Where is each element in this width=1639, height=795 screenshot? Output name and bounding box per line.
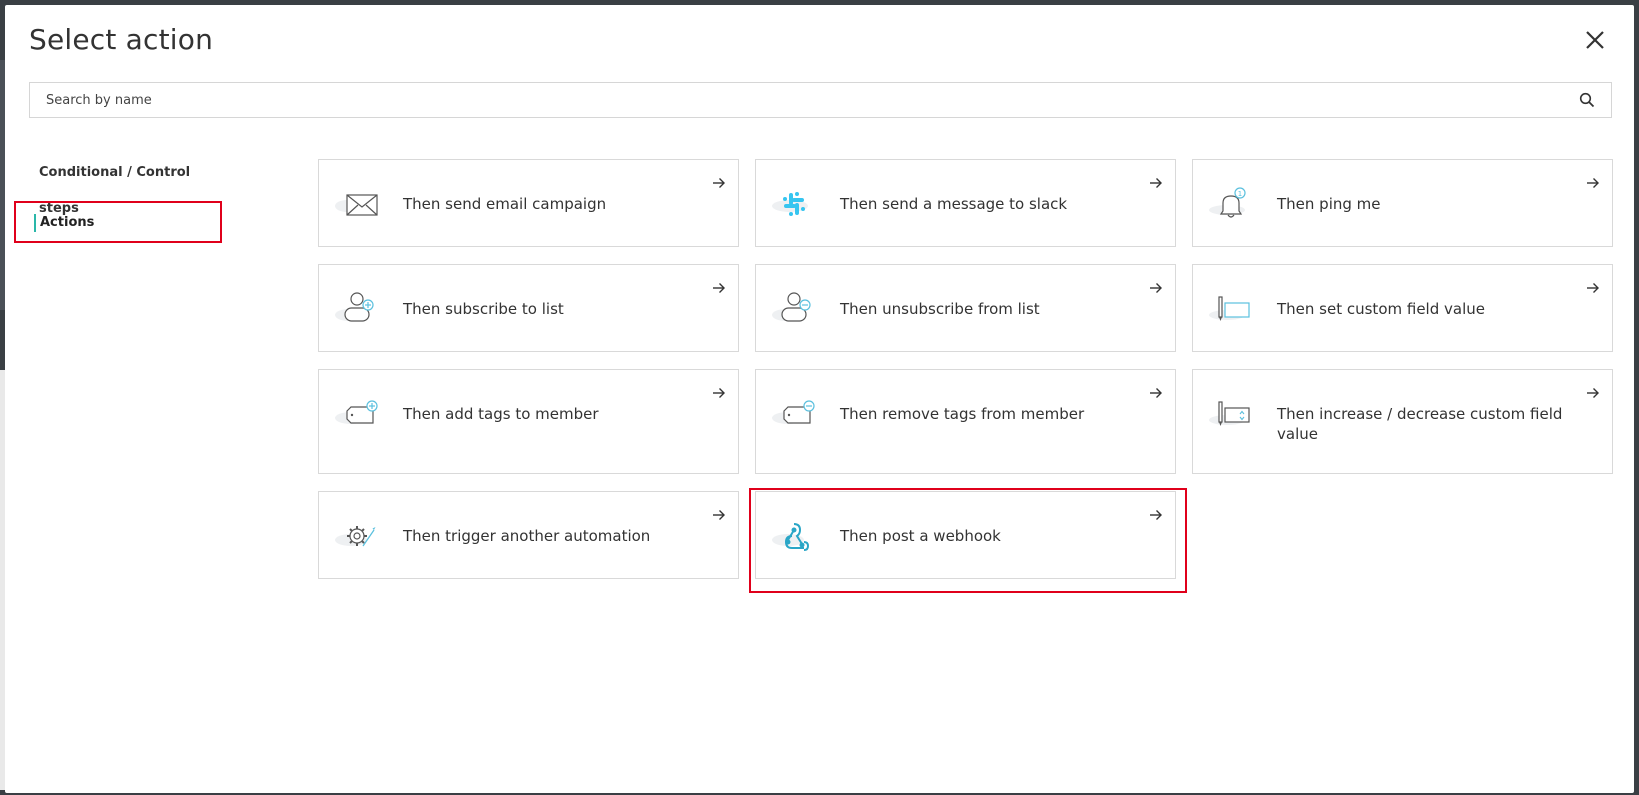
webhook-icon [772, 523, 810, 551]
slack-icon [772, 192, 808, 216]
arrow-right-icon [1150, 178, 1162, 188]
action-card-unsubscribe-from-list[interactable]: Then unsubscribe from list [755, 264, 1176, 352]
action-card-label: Then trigger another automation [403, 527, 651, 545]
category-sidebar: Conditional / Control steps Actions [15, 155, 225, 241]
action-card-label: Then add tags to member [403, 405, 599, 423]
action-card-label: Then unsubscribe from list [840, 300, 1040, 318]
select-action-modal: Select action Conditional / Control step… [5, 5, 1634, 793]
arrow-right-icon [1150, 510, 1162, 520]
field-stepper-icon [1209, 401, 1250, 426]
bell-icon: 1 [1209, 187, 1246, 218]
action-card-set-custom-field-value[interactable]: Then set custom field value [1192, 264, 1613, 352]
modal-title: Select action [29, 23, 214, 56]
action-card-label: Then subscribe to list [403, 300, 564, 318]
action-card-label: Then ping me [1277, 195, 1381, 213]
tag-remove-icon [772, 400, 815, 424]
arrow-right-icon [1150, 388, 1162, 398]
action-card-label: Then set custom field value [1277, 300, 1485, 318]
action-card-post-a-webhook[interactable]: Then post a webhook [755, 491, 1176, 579]
user-add-icon [335, 292, 374, 322]
gear-icon [335, 526, 376, 547]
envelope-icon [335, 194, 378, 216]
action-card-send-email-campaign[interactable]: Then send email campaign [318, 159, 739, 247]
action-card-subscribe-to-list[interactable]: Then subscribe to list [318, 264, 739, 352]
arrow-right-icon [713, 510, 725, 520]
action-card-add-tags-to-member[interactable]: Then add tags to member [318, 369, 739, 474]
action-card-send-slack-message[interactable]: Then send a message to slack [755, 159, 1176, 247]
arrow-right-icon [713, 283, 725, 293]
close-button[interactable] [1580, 25, 1610, 55]
arrow-right-icon [1587, 178, 1599, 188]
action-card-remove-tags-from-member[interactable]: Then remove tags from member [755, 369, 1176, 474]
action-card-label: Then send email campaign [403, 195, 607, 213]
action-card-increase-decrease-custom-field[interactable]: Then increase / decrease custom field va… [1192, 369, 1613, 474]
sidebar-item-label: Actions [40, 215, 95, 230]
action-card-trigger-another-automation[interactable]: Then trigger another automation [318, 491, 739, 579]
arrow-right-icon [1150, 283, 1162, 293]
sidebar-item-actions[interactable]: Actions [15, 205, 225, 241]
action-card-label: Then increase / decrease custom field va… [1277, 405, 1563, 443]
arrow-right-icon [713, 178, 725, 188]
close-icon [1586, 31, 1604, 49]
action-card-label: Then remove tags from member [840, 405, 1085, 423]
arrow-right-icon [713, 388, 725, 398]
action-card-ping-me[interactable]: 1 Then ping me [1192, 159, 1613, 247]
custom-field-icon [1209, 296, 1250, 321]
svg-text:1: 1 [1238, 190, 1242, 198]
search-input[interactable] [46, 83, 1546, 117]
search-box [29, 82, 1612, 118]
user-remove-icon [772, 292, 811, 322]
action-card-label: Then send a message to slack [840, 195, 1068, 213]
sidebar-item-conditional-control-steps[interactable]: Conditional / Control steps [15, 155, 225, 216]
arrow-right-icon [1587, 283, 1599, 293]
arrow-right-icon [1587, 388, 1599, 398]
search-icon[interactable] [1579, 92, 1595, 108]
tag-add-icon [335, 400, 378, 424]
action-card-label: Then post a webhook [840, 527, 1001, 545]
